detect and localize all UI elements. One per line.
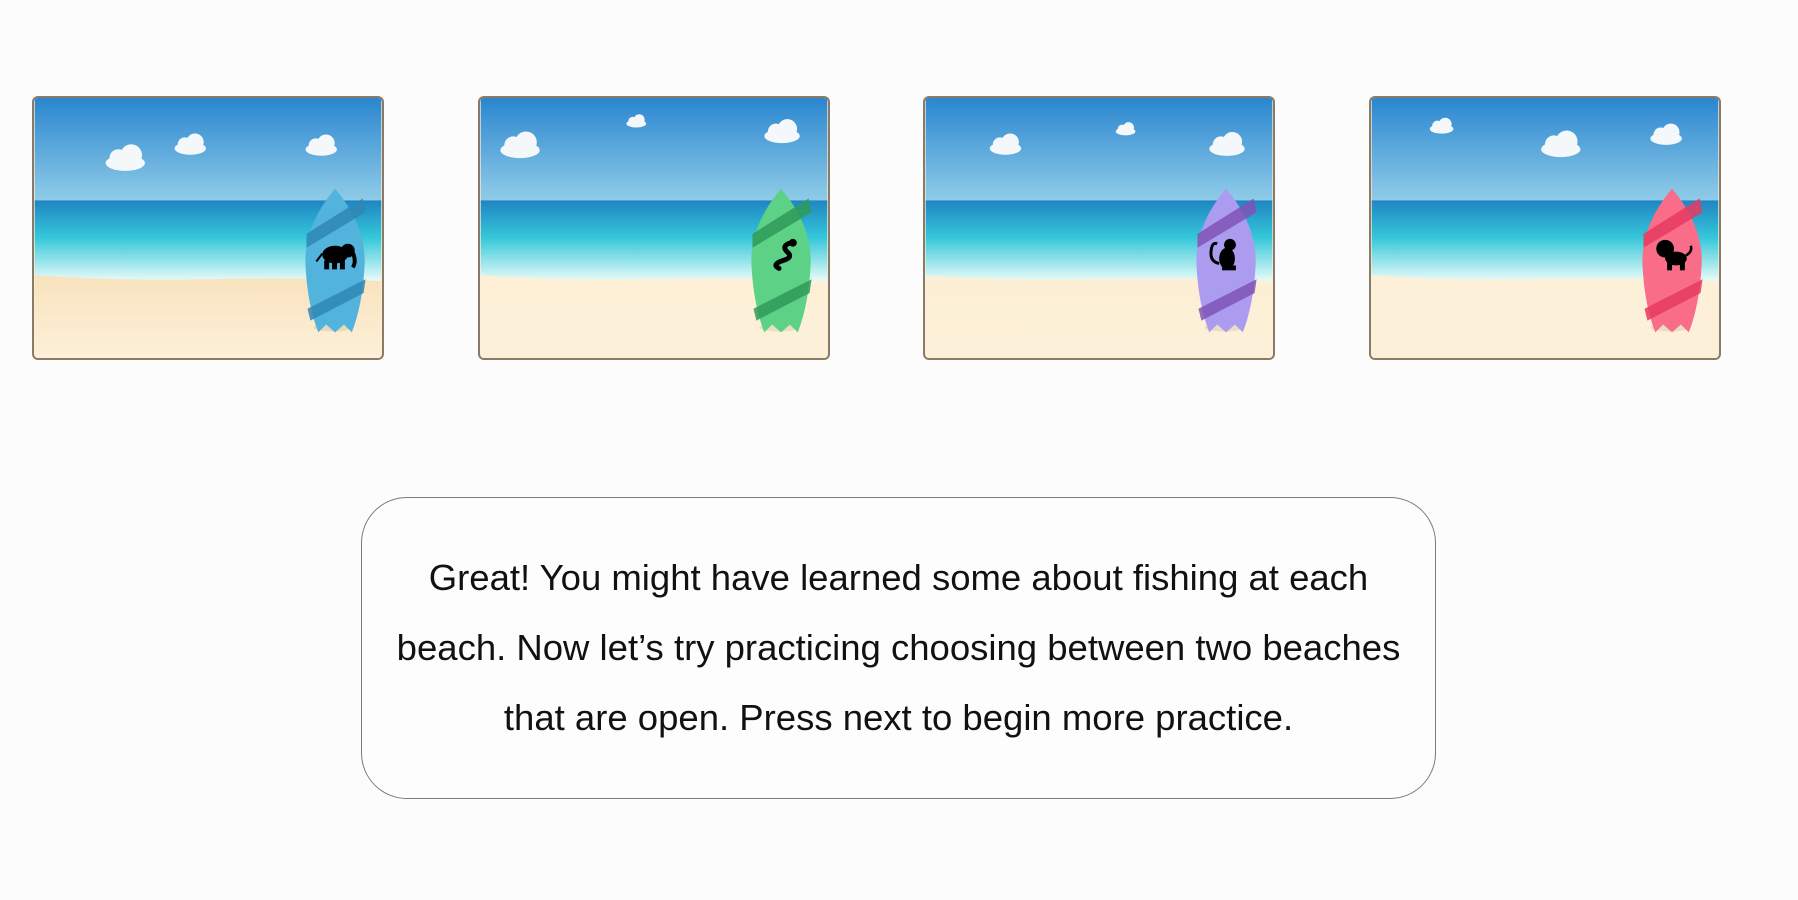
beach-scene [1371,98,1719,358]
beach-lion[interactable] [1369,96,1721,360]
beach-scene [34,98,382,358]
beach-options [0,96,1798,364]
instruction-text: Great! You might have learned some about… [396,557,1401,738]
beach-elephant[interactable] [32,96,384,360]
beach-snake[interactable] [478,96,830,360]
beach-monkey[interactable] [923,96,1275,360]
beach-scene [925,98,1273,358]
beach-scene [480,98,828,358]
instruction-box: Great! You might have learned some about… [361,497,1436,799]
